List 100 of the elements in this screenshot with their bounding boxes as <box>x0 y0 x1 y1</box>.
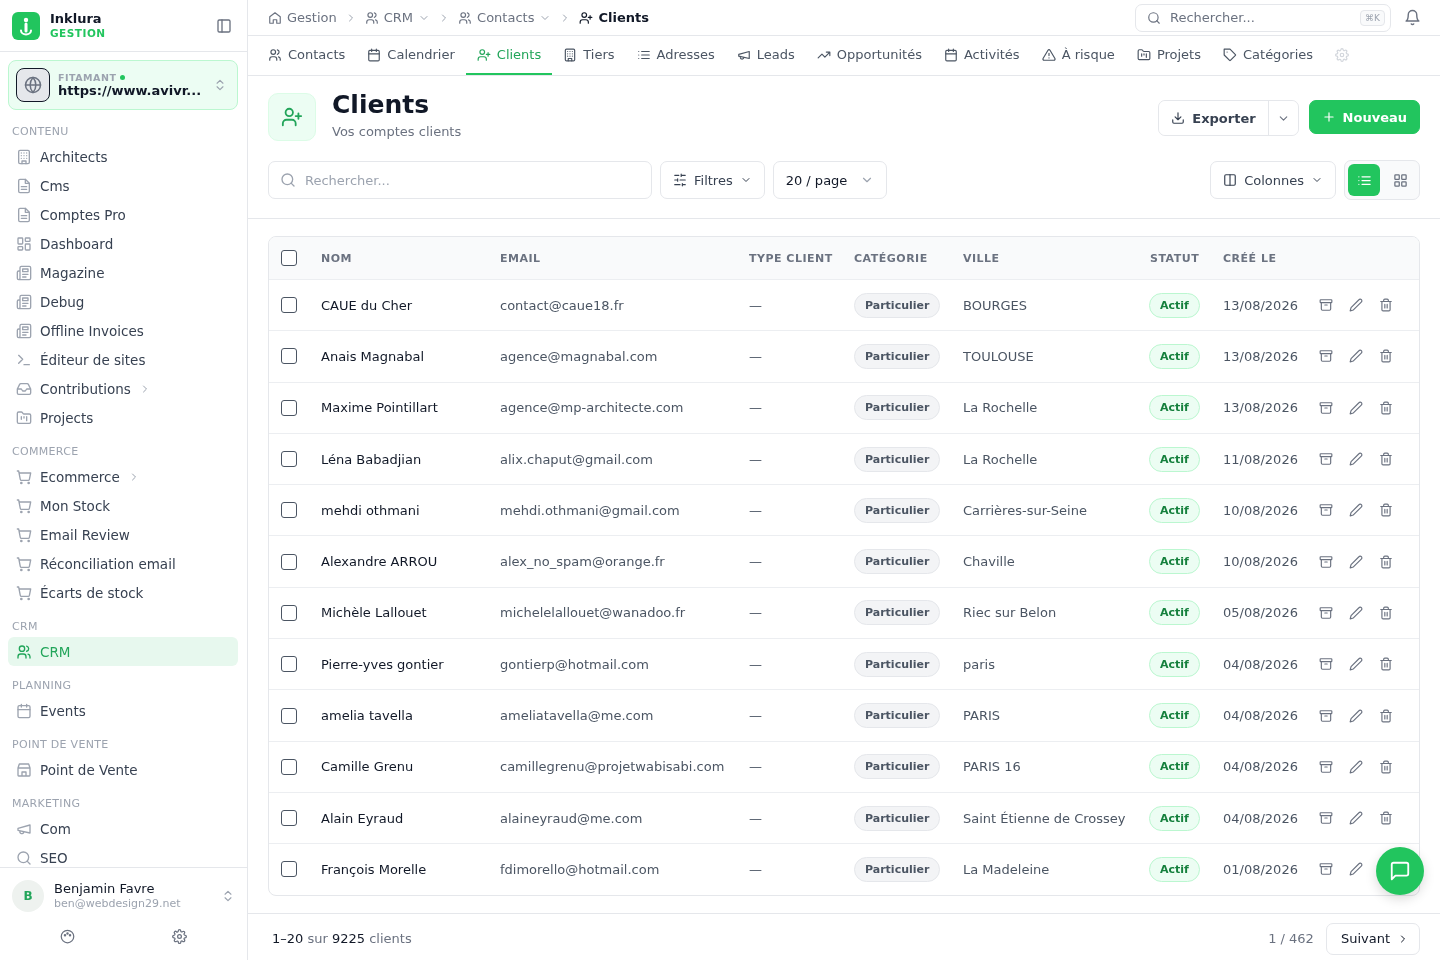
row-checkbox[interactable] <box>281 297 297 314</box>
archive-button[interactable] <box>1319 862 1333 877</box>
tab[interactable]: Contacts <box>257 36 357 75</box>
settings-icon <box>1335 47 1350 62</box>
delete-button[interactable] <box>1379 298 1393 313</box>
edit-button[interactable] <box>1349 759 1363 774</box>
row-checkbox[interactable] <box>281 604 297 621</box>
sidebar-item[interactable]: Contributions <box>8 374 238 403</box>
delete-button[interactable] <box>1379 400 1393 415</box>
sidebar-item[interactable]: Comptes Pro <box>8 200 238 229</box>
status-badge: Actif <box>1149 754 1200 780</box>
sidebar-item[interactable]: Éditeur de sites <box>8 345 238 374</box>
calendar-icon <box>367 47 382 62</box>
archive-button[interactable] <box>1319 400 1333 415</box>
sidebar-item[interactable]: Cms <box>8 171 238 200</box>
delete-button[interactable] <box>1379 452 1393 467</box>
breadcrumb-link[interactable]: Clients <box>579 10 649 25</box>
tab[interactable]: Adresses <box>625 36 726 75</box>
breadcrumb-link[interactable]: Contacts <box>458 10 552 25</box>
filters-button[interactable]: Filtres <box>660 161 765 199</box>
edit-button[interactable] <box>1349 554 1363 569</box>
site-selector[interactable]: FITAMANT https://www.avivr... <box>8 60 238 110</box>
row-checkbox[interactable] <box>281 656 297 673</box>
archive-button[interactable] <box>1319 349 1333 364</box>
tab[interactable]: À risque <box>1030 36 1126 75</box>
tab[interactable]: Leads <box>725 36 806 75</box>
sidebar-item[interactable]: Offline Invoices <box>8 316 238 345</box>
delete-button[interactable] <box>1379 708 1393 723</box>
sidebar-item[interactable]: SEO <box>8 843 238 867</box>
panel-icon <box>216 17 232 34</box>
row-checkbox[interactable] <box>281 758 297 775</box>
edit-button[interactable] <box>1349 503 1363 518</box>
sidebar-item[interactable]: Events <box>8 696 238 725</box>
sidebar-item[interactable]: Architects <box>8 142 238 171</box>
breadcrumb-link[interactable]: CRM <box>364 10 431 25</box>
store-icon <box>16 761 32 778</box>
table-cell: — <box>749 810 762 826</box>
delete-button[interactable] <box>1379 759 1393 774</box>
archive-button[interactable] <box>1319 759 1333 774</box>
edit-button[interactable] <box>1349 400 1363 415</box>
page-size-select[interactable]: 20 / page <box>772 161 887 199</box>
edit-button[interactable] <box>1349 349 1363 364</box>
home-icon <box>268 10 282 25</box>
sidebar-item[interactable]: Écarts de stock <box>8 578 238 607</box>
section-title: PLANNING <box>11 678 73 694</box>
row-checkbox[interactable] <box>281 399 297 416</box>
sidebar-item[interactable]: Ecommerce <box>8 462 238 491</box>
sidebar-item[interactable]: Projects <box>8 403 238 432</box>
table-cell: Alain Eyraud <box>321 810 404 826</box>
select-all-checkbox[interactable] <box>281 250 297 266</box>
delete-button[interactable] <box>1379 657 1393 672</box>
delete-button[interactable] <box>1379 503 1393 518</box>
archive-button[interactable] <box>1319 657 1333 672</box>
tab[interactable]: Catégories <box>1212 36 1325 75</box>
delete-button[interactable] <box>1379 554 1393 569</box>
sidebar-item[interactable]: Debug <box>8 287 238 316</box>
row-checkbox[interactable] <box>281 861 297 878</box>
edit-button[interactable] <box>1349 862 1363 877</box>
edit-button[interactable] <box>1349 811 1363 826</box>
archive-button[interactable] <box>1319 503 1333 518</box>
sidebar-item[interactable]: Réconciliation email <box>8 549 238 578</box>
search-field[interactable]: Rechercher... <box>268 161 652 199</box>
breadcrumb-link[interactable]: Gestion <box>268 10 337 25</box>
row-checkbox[interactable] <box>281 707 297 724</box>
tab[interactable]: Opportunités <box>805 36 933 75</box>
archive-button[interactable] <box>1319 298 1333 313</box>
delete-button[interactable] <box>1379 349 1393 364</box>
edit-button[interactable] <box>1349 298 1363 313</box>
sidebar-item[interactable]: Dashboard <box>8 229 238 258</box>
table-cell: — <box>749 861 762 877</box>
tab[interactable]: Activités <box>932 36 1031 75</box>
tab[interactable]: Tiers <box>552 36 626 75</box>
row-checkbox[interactable] <box>281 810 297 827</box>
category-badge: Particulier <box>854 754 941 780</box>
delete-button[interactable] <box>1379 811 1393 826</box>
edit-button[interactable] <box>1349 657 1363 672</box>
next-button[interactable]: Suivant <box>1325 922 1420 955</box>
user-menu[interactable]: B Benjamin Favre ben@webdesign29.net <box>12 880 235 912</box>
edit-button[interactable] <box>1349 708 1363 723</box>
columns-button[interactable]: Colonnes <box>1210 161 1336 199</box>
delete-button[interactable] <box>1379 605 1393 620</box>
tab[interactable]: Calendrier <box>356 36 466 75</box>
sidebar-item[interactable]: Point de Vente <box>8 755 238 784</box>
sidebar-item[interactable]: Com <box>8 814 238 843</box>
archive-button[interactable] <box>1319 554 1333 569</box>
archive-button[interactable] <box>1319 811 1333 826</box>
sidebar-item[interactable]: Magazine <box>8 258 238 287</box>
sidebar-item[interactable]: Mon Stock <box>8 491 238 520</box>
folder-icon <box>1136 47 1151 62</box>
archive-button[interactable] <box>1319 452 1333 467</box>
row-checkbox[interactable] <box>281 502 297 519</box>
tab[interactable]: Projets <box>1125 36 1212 75</box>
sidebar-item[interactable]: Email Review <box>8 520 238 549</box>
edit-button[interactable] <box>1349 452 1363 467</box>
archive-button[interactable] <box>1319 605 1333 620</box>
archive-button[interactable] <box>1319 708 1333 723</box>
row-checkbox[interactable] <box>281 451 297 468</box>
edit-button[interactable] <box>1349 605 1363 620</box>
row-checkbox[interactable] <box>281 348 297 365</box>
row-checkbox[interactable] <box>281 553 297 570</box>
